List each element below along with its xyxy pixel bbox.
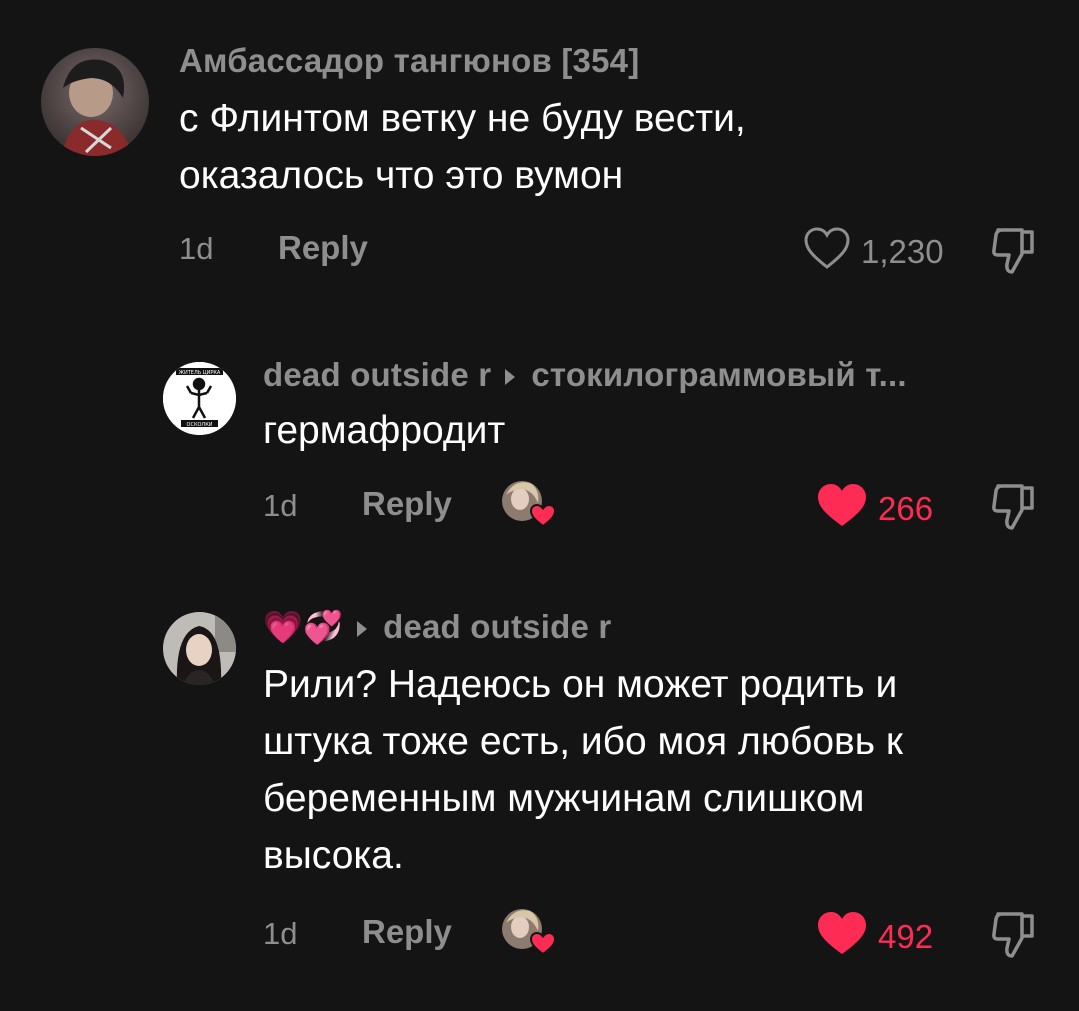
comment-time: 1d [263, 916, 298, 951]
comment-text-line: штука тоже есть, ибо моя любовь к [263, 720, 903, 763]
like-button[interactable]: 266 [816, 482, 933, 536]
comment-text-line: гермафродит [263, 409, 506, 452]
comment-text-line: беременным мужчинам слишком [263, 777, 865, 820]
avatar[interactable] [163, 612, 236, 685]
comment-text: с Флинтом ветку не буду вести, оказалось… [179, 90, 746, 204]
reply-arrow-icon [505, 369, 516, 386]
avatar-caption-top: ЖИТЕЛЬ ЦИРКА [179, 370, 221, 376]
comment-time: 1d [263, 488, 298, 523]
comment-username[interactable]: Амбассадор тангюнов [354] [179, 42, 639, 80]
comment-text: гермафродит [263, 402, 505, 459]
heart-filled-icon [816, 910, 868, 964]
like-count: 492 [878, 918, 934, 955]
comment-time: 1d [179, 231, 214, 266]
heart-outline-icon [803, 226, 851, 278]
reply-arrow-icon [357, 621, 368, 638]
comment-text-line: оказалось что это вумон [179, 154, 624, 197]
username-emojis[interactable]: 💗💞 [263, 608, 343, 646]
creator-avatar-heart-icon [500, 905, 558, 962]
creator-avatar-heart-icon [500, 477, 558, 534]
comments-page: Амбассадор тангюнов [354] с Флинтом ветк… [0, 0, 1079, 1011]
username-text[interactable]: dead outside r [263, 356, 491, 393]
reply-to-username[interactable]: dead outside r [383, 608, 611, 645]
like-button[interactable]: 1,230 [803, 226, 944, 278]
like-button[interactable]: 492 [816, 910, 933, 964]
like-count: 266 [878, 490, 934, 527]
thumbs-down-icon[interactable] [990, 480, 1038, 537]
comment-text: Рили? Надеюсь он может родить и штука то… [263, 656, 903, 884]
avatar[interactable] [41, 48, 149, 156]
comment-1: Амбассадор тангюнов [354] с Флинтом ветк… [0, 0, 1079, 300]
thumbs-down-icon[interactable] [990, 224, 1038, 281]
reply-button[interactable]: Reply [278, 229, 368, 267]
reply-to-username[interactable]: стокилограммовый т... [531, 356, 906, 393]
comment-username[interactable]: 💗💞 dead outside r [263, 608, 611, 646]
comment-text-line: с Флинтом ветку не буду вести, [179, 97, 746, 140]
heart-filled-icon [816, 482, 868, 536]
comment-username[interactable]: dead outside r стокилограммовый т... [263, 356, 907, 394]
comment-text-line: высока. [263, 834, 404, 877]
reply-button[interactable]: Reply [362, 913, 452, 951]
avatar[interactable]: ЖИТЕЛЬ ЦИРКА ОСКОЛКИ [163, 362, 236, 435]
thumbs-down-icon[interactable] [990, 908, 1038, 965]
comment-text-line: Рили? Надеюсь он может родить и [263, 663, 898, 706]
avatar-caption-bottom: ОСКОЛКИ [187, 422, 213, 428]
comment-2: ЖИТЕЛЬ ЦИРКА ОСКОЛКИ dead outside r стоки… [0, 340, 1079, 570]
like-count: 1,230 [861, 233, 944, 270]
reply-button[interactable]: Reply [362, 485, 452, 523]
comment-3: 💗💞 dead outside r Рили? Надеюсь он может … [0, 590, 1079, 1010]
